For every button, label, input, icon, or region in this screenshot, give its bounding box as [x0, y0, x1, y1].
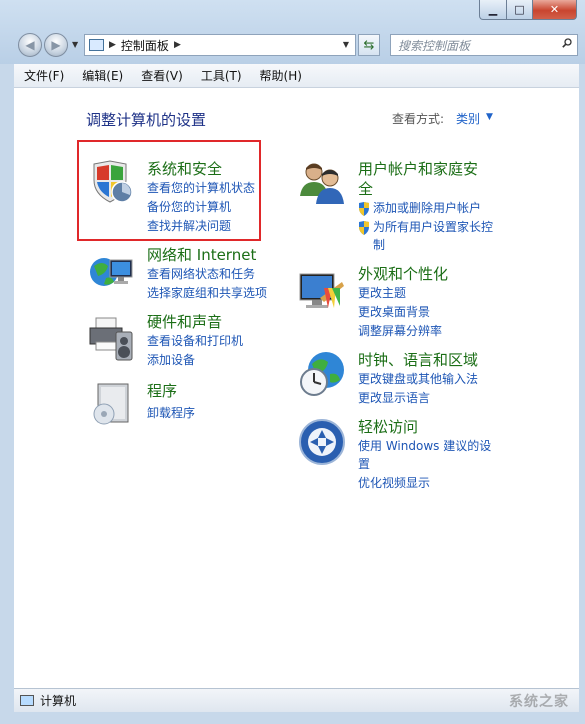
link-adjust-resolution[interactable]: 调整屏幕分辨率	[358, 324, 442, 339]
breadcrumb-control-panel[interactable]: 控制面板	[121, 37, 169, 54]
status-text: 计算机	[40, 694, 77, 708]
search-icon[interactable]	[562, 38, 572, 48]
link-add-remove-accounts-label[interactable]: 添加或删除用户帐户	[373, 201, 481, 216]
link-network-status[interactable]: 查看网络状态和任务	[147, 267, 255, 282]
maximize-button[interactable]: □	[507, 0, 533, 20]
caption-buttons: ▁ □ ✕	[479, 0, 577, 20]
forward-arrow-icon: ▶	[51, 38, 61, 52]
uac-shield-icon	[359, 221, 369, 235]
category-title-network-internet[interactable]: 网络和 Internet	[147, 246, 256, 264]
network-globe-icon[interactable]	[88, 248, 136, 296]
link-change-theme[interactable]: 更改主题	[358, 286, 406, 301]
content-area: 调整计算机的设置 查看方式: 类别 ▼ 系统和安全 查看您的计算机状态 备份您的…	[14, 88, 579, 688]
close-button[interactable]: ✕	[533, 0, 577, 20]
category-title-user-accounts-line2[interactable]: 全	[358, 180, 373, 198]
control-panel-window: ▁ □ ✕ ◀ ▶ ▼ ▶ 控制面板 ▶ ▼ ⇆ 搜索控制面板 文件(F) 编辑…	[0, 0, 585, 724]
view-dropdown-arrow-icon[interactable]: ▼	[486, 112, 493, 122]
link-uninstall-program[interactable]: 卸载程序	[147, 406, 195, 421]
link-parental-controls-line1[interactable]: 为所有用户设置家长控	[373, 220, 493, 235]
refresh-button[interactable]: ⇆	[358, 34, 380, 56]
menu-tools[interactable]: 工具(T)	[191, 67, 250, 84]
address-dropdown-icon[interactable]: ▼	[343, 40, 349, 49]
link-view-computer-status[interactable]: 查看您的计算机状态	[147, 181, 255, 196]
breadcrumb-chevron-icon[interactable]: ▶	[109, 40, 116, 50]
control-panel-small-icon	[89, 39, 104, 51]
ease-of-access-icon[interactable]	[298, 418, 346, 466]
category-title-system-security[interactable]: 系统和安全	[147, 160, 222, 178]
computer-icon	[20, 695, 34, 706]
page-title: 调整计算机的设置	[86, 111, 207, 129]
category-title-user-accounts-line1[interactable]: 用户帐户和家庭安	[358, 160, 478, 178]
link-change-display-language[interactable]: 更改显示语言	[358, 391, 430, 406]
category-title-ease-of-access[interactable]: 轻松访问	[358, 418, 418, 436]
link-recommended-settings-line1[interactable]: 使用 Windows 建议的设	[358, 439, 491, 454]
view-by-dropdown[interactable]: 类别	[456, 110, 480, 127]
breadcrumb-chevron-icon[interactable]: ▶	[174, 40, 181, 50]
link-change-keyboard[interactable]: 更改键盘或其他输入法	[358, 372, 478, 387]
category-title-hardware-sound[interactable]: 硬件和声音	[147, 313, 222, 331]
printer-speaker-icon[interactable]	[88, 314, 136, 362]
window-frame: ▁ □ ✕ ◀ ▶ ▼ ▶ 控制面板 ▶ ▼ ⇆ 搜索控制面板	[0, 0, 585, 64]
link-backup-computer[interactable]: 备份您的计算机	[147, 200, 231, 215]
shield-security-icon[interactable]	[88, 158, 136, 206]
forward-button[interactable]: ▶	[44, 33, 68, 57]
uac-shield-icon	[359, 202, 369, 216]
link-devices-printers[interactable]: 查看设备和打印机	[147, 334, 243, 349]
link-change-background[interactable]: 更改桌面背景	[358, 305, 430, 320]
watermark: 系统之家	[509, 694, 569, 710]
category-title-clock-language[interactable]: 时钟、语言和区域	[358, 351, 478, 369]
link-add-device[interactable]: 添加设备	[147, 353, 195, 368]
back-button[interactable]: ◀	[18, 33, 42, 57]
address-bar[interactable]: ▶ 控制面板 ▶ ▼	[84, 34, 356, 56]
search-box[interactable]: 搜索控制面板	[390, 34, 578, 56]
category-title-programs[interactable]: 程序	[147, 382, 177, 400]
link-recommended-settings-line2[interactable]: 置	[358, 457, 370, 472]
back-arrow-icon: ◀	[25, 38, 35, 52]
link-troubleshoot[interactable]: 查找并解决问题	[147, 219, 231, 234]
link-parental-controls-line2[interactable]: 制	[373, 238, 385, 253]
menu-bar: 文件(F) 编辑(E) 查看(V) 工具(T) 帮助(H)	[14, 64, 579, 88]
menu-file[interactable]: 文件(F)	[14, 67, 72, 84]
search-input[interactable]: 搜索控制面板	[398, 37, 470, 54]
clock-globe-icon[interactable]	[298, 350, 346, 398]
category-title-appearance[interactable]: 外观和个性化	[358, 265, 448, 283]
users-icon[interactable]	[298, 158, 346, 206]
minimize-button[interactable]: ▁	[479, 0, 507, 20]
recent-pages-dropdown[interactable]: ▼	[72, 40, 78, 49]
menu-edit[interactable]: 编辑(E)	[72, 67, 131, 84]
status-bar: 计算机 系统之家	[14, 688, 579, 712]
programs-box-icon[interactable]	[88, 380, 136, 428]
link-optimize-display[interactable]: 优化视频显示	[358, 476, 430, 491]
view-by-label: 查看方式:	[392, 112, 445, 126]
link-homegroup-sharing[interactable]: 选择家庭组和共享选项	[147, 286, 267, 301]
menu-view[interactable]: 查看(V)	[131, 67, 191, 84]
menu-help[interactable]: 帮助(H)	[250, 67, 310, 84]
appearance-monitor-icon[interactable]	[298, 268, 346, 316]
refresh-icon: ⇆	[363, 37, 375, 53]
